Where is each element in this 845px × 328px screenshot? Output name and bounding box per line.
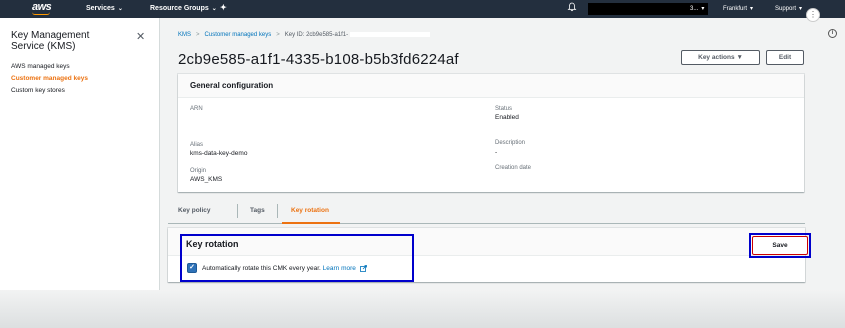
active-tab-indicator [282, 222, 340, 224]
key-rotation-heading: Key rotation [186, 239, 239, 249]
breadcrumb-customer-managed-keys[interactable]: Customer managed keys [205, 32, 272, 38]
support-label: Support [775, 6, 797, 12]
chevron-down-icon: ⌄ [117, 6, 123, 12]
rotate-checkbox-label: Automatically rotate this CMK every year… [202, 265, 367, 272]
breadcrumb: KMS > Customer managed keys > Key ID: 2cb9e5… [178, 32, 431, 39]
sidebar: Key Management Service (KMS) ✕ AWS manag… [0, 18, 160, 328]
save-button[interactable]: Save [752, 236, 808, 255]
chevron-down-icon: ⌄ [211, 6, 217, 12]
breadcrumb-separator-icon: > [196, 32, 200, 39]
aws-logo-smile [32, 12, 50, 15]
rotate-checkbox[interactable]: ✓ [187, 263, 197, 273]
tab-divider [277, 204, 278, 218]
region-menu[interactable]: Frankfurt ▾ [723, 5, 753, 12]
sidebar-item-customer-managed-keys[interactable]: Customer managed keys [11, 75, 88, 82]
origin-label: Origin [190, 168, 207, 174]
services-label: Services [86, 5, 115, 12]
tab-tags[interactable]: Tags [250, 207, 265, 214]
region-label: Frankfurt [723, 6, 748, 12]
account-suffix: 3... [690, 6, 699, 12]
detail-tabs: Key policy Tags Key rotation [168, 198, 805, 224]
tab-key-rotation[interactable]: Key rotation [291, 207, 329, 214]
chevron-down-icon: ▾ [750, 6, 754, 12]
breadcrumb-current: Key ID: 2cb9e585-a1f1- [284, 32, 349, 39]
status-label: Status [495, 106, 513, 112]
tab-key-policy[interactable]: Key policy [178, 207, 211, 214]
status-value: Enabled [495, 114, 519, 121]
pin-icon[interactable]: ✦ [220, 3, 227, 12]
alias-value: kms-data-key-demo [190, 150, 248, 157]
resource-groups-label: Resource Groups [150, 5, 209, 12]
top-navigation-bar: aws Services ⌄ Resource Groups ⌄ ✦ 3... ▾ F… [0, 0, 845, 18]
description-label: Description [495, 140, 526, 146]
page-title: 2cb9e585-a1f1-4335-b108-b5b3fd6224af [178, 51, 459, 68]
alias-label: Alias [190, 142, 204, 148]
general-configuration-panel: General configuration ARN Status Enabled… [178, 74, 804, 192]
more-options-icon[interactable]: ⋮ [806, 8, 820, 22]
chevron-down-icon: ▾ [799, 6, 803, 12]
key-actions-button[interactable]: Key actions ▼ [681, 50, 760, 65]
account-menu[interactable]: 3... ▾ [690, 5, 704, 12]
general-configuration-heading: General configuration [190, 81, 274, 90]
services-menu[interactable]: Services ⌄ [86, 5, 123, 12]
arn-label: ARN [190, 106, 203, 112]
chevron-down-icon: ▾ [701, 6, 705, 12]
creation-date-label: Creation date [495, 165, 532, 171]
learn-more-link[interactable]: Learn more [323, 265, 356, 272]
sidebar-title: Key Management Service (KMS) [11, 30, 90, 52]
key-actions-label: Key actions [698, 54, 735, 61]
sidebar-item-aws-managed-keys[interactable]: AWS managed keys [11, 63, 70, 70]
edit-button[interactable]: Edit [766, 50, 804, 65]
external-link-icon[interactable] [359, 265, 367, 272]
info-icon[interactable]: i [828, 29, 837, 38]
page-footer-background [0, 290, 845, 328]
tab-divider [237, 204, 238, 218]
breadcrumb-kms[interactable]: KMS [178, 32, 191, 38]
caret-down-icon: ▼ [736, 54, 743, 61]
general-configuration-header: General configuration [178, 74, 804, 98]
sidebar-item-custom-key-stores[interactable]: Custom key stores [11, 87, 65, 94]
resource-groups-menu[interactable]: Resource Groups ⌄ [150, 5, 217, 12]
origin-value: AWS_KMS [190, 176, 223, 183]
breadcrumb-separator-icon: > [276, 32, 280, 39]
description-value: - [495, 149, 498, 156]
support-menu[interactable]: Support ▾ [775, 5, 802, 12]
redacted-key-id [350, 32, 431, 37]
bell-icon[interactable] [567, 2, 577, 12]
rotate-checkbox-text: Automatically rotate this CMK every year… [202, 265, 321, 273]
close-icon[interactable]: ✕ [136, 30, 145, 43]
